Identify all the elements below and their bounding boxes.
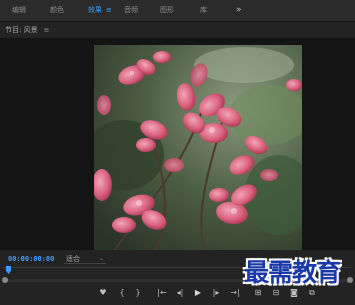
tab-effects-menu-icon[interactable]: ≡ — [106, 6, 112, 14]
tab-audio[interactable]: 音频 — [124, 0, 138, 21]
video-frame — [94, 45, 302, 251]
watermark-logo: 最需教育 — [243, 258, 341, 287]
panel-title[interactable]: 节目: 风景 ≡ — [5, 25, 49, 35]
tab-library[interactable]: 库 — [200, 0, 207, 21]
go-to-in-icon[interactable]: |← — [155, 287, 169, 299]
tab-graphics[interactable]: 图形 — [160, 0, 174, 21]
zoom-fit-select[interactable]: 适合 ⌄ — [64, 254, 106, 264]
tab-effects[interactable]: 效果 ≡ — [88, 0, 112, 21]
play-icon[interactable]: ▶ — [192, 287, 204, 299]
chevron-down-icon: ⌄ — [98, 255, 104, 262]
step-forward-icon[interactable]: |▸ — [210, 287, 222, 299]
marker-icon[interactable]: ♥ — [98, 287, 108, 299]
flower-image — [94, 45, 302, 251]
overflow-menu-icon[interactable]: » — [236, 0, 242, 21]
playhead-timecode[interactable]: 00:00:00:00 — [8, 255, 54, 263]
program-monitor-header: 节目: 风景 ≡ — [0, 22, 355, 38]
mark-in-icon[interactable]: { — [118, 287, 126, 299]
zoom-fit-value: 适合 — [66, 255, 80, 263]
zoom-scrollbar-left-handle[interactable] — [2, 277, 8, 283]
mark-out-icon[interactable]: } — [134, 287, 142, 299]
step-back-icon[interactable]: ◂| — [174, 287, 186, 299]
panel-menu-icon[interactable]: ≡ — [44, 26, 50, 34]
workspace-tab-bar: 编辑 颜色 效果 ≡ 音频 图形 库 » — [0, 0, 355, 22]
tab-edit[interactable]: 编辑 — [12, 0, 26, 21]
tab-effects-label: 效果 — [88, 6, 102, 14]
panel-title-text: 节目: 风景 — [5, 26, 38, 34]
tab-color[interactable]: 颜色 — [50, 0, 64, 21]
